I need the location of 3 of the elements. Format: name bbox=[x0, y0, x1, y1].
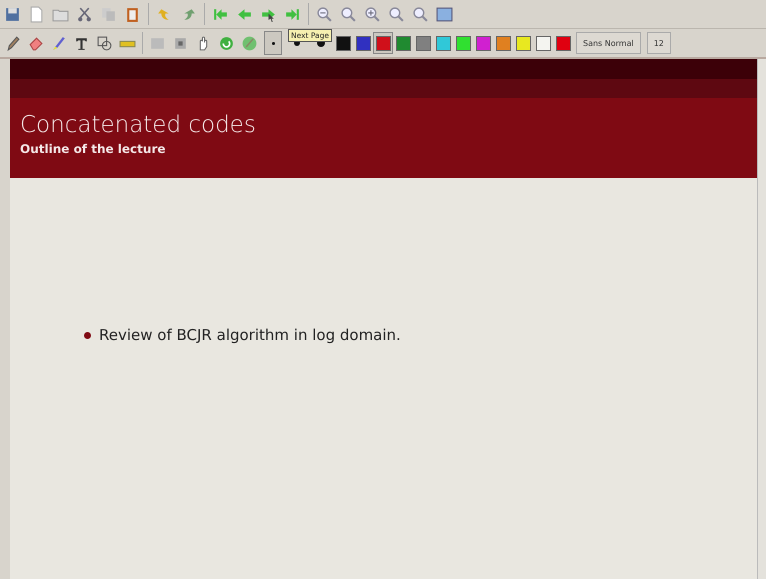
slide-subtitle: Outline of the lecture bbox=[20, 142, 167, 156]
slide-title: Concatenated codes bbox=[20, 112, 257, 138]
bullet-text: Review of BCJR algorithm in log domain. bbox=[99, 326, 401, 344]
